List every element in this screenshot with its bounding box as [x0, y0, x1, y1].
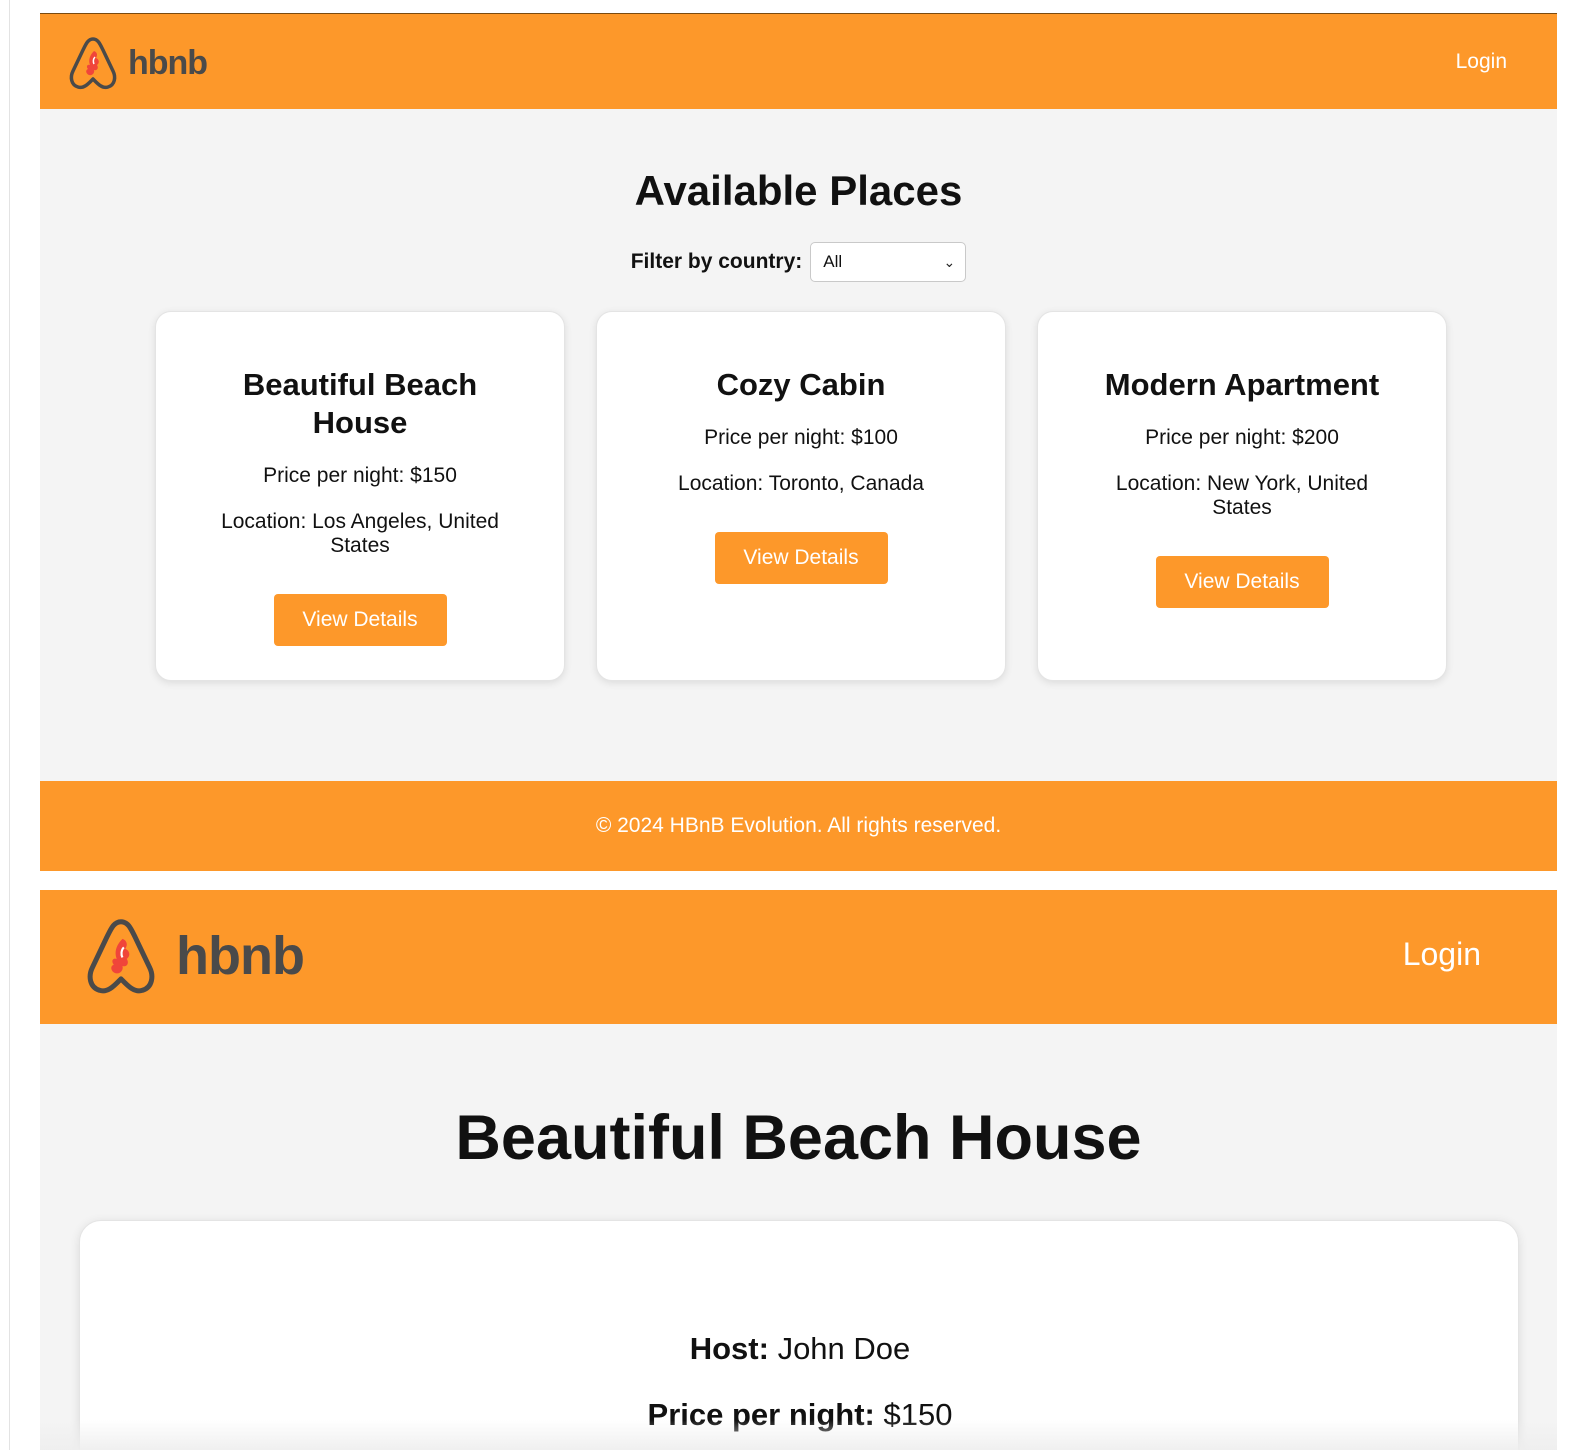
place-card-price: Price per night: $100 [704, 426, 898, 449]
place-card-location: Location: Toronto, Canada [678, 472, 924, 495]
login-link[interactable]: Login [1403, 936, 1481, 973]
place-card: Beautiful Beach House Price per night: $… [155, 311, 565, 681]
page-footer: © 2024 HBnB Evolution. All rights reserv… [40, 781, 1557, 871]
view-details-button[interactable]: View Details [273, 594, 447, 646]
place-card-location: Location: Los Angeles, United States [221, 510, 499, 557]
chevron-down-icon: ⌄ [943, 253, 956, 270]
place-host: Host: John Doe [80, 1331, 1520, 1367]
list-page-header: hbnb Login [40, 13, 1557, 109]
place-card: Modern Apartment Price per night: $200 L… [1037, 311, 1447, 681]
place-host-value: John Doe [777, 1331, 911, 1366]
country-filter-select[interactable]: All ⌄ [810, 242, 967, 282]
logo-text: hbnb [176, 926, 305, 986]
place-host-label: Host: [689, 1331, 769, 1366]
country-filter-selected-value: All [823, 252, 843, 271]
view-details-button[interactable]: View Details [714, 532, 888, 584]
places-list-page: hbnb Login Available Places Filter by co… [40, 13, 1557, 871]
place-detail-page: hbnb Login Beautiful Beach House Host: J… [40, 890, 1557, 1450]
place-details-card: Host: John Doe Price per night: $150 [79, 1220, 1519, 1450]
place-card-title: Modern Apartment [1104, 367, 1380, 402]
window-left-edge [0, 0, 10, 1450]
place-card-title: Cozy Cabin [716, 367, 886, 402]
hbnb-flame-logo-icon [87, 919, 155, 994]
hbnb-flame-logo-icon [69, 37, 117, 90]
place-card-title: Beautiful Beach House [242, 367, 478, 440]
place-card-price: Price per night: $200 [1145, 426, 1339, 449]
detail-page-header: hbnb Login [40, 890, 1557, 1024]
page-title: Available Places [634, 167, 963, 214]
login-link[interactable]: Login [1456, 50, 1507, 74]
site-logo[interactable]: hbnb [68, 34, 208, 92]
place-card-price: Price per night: $150 [263, 464, 457, 487]
place-card: Cozy Cabin Price per night: $100 Locatio… [596, 311, 1006, 681]
place-detail-title: Beautiful Beach House [455, 1103, 1142, 1173]
site-logo[interactable]: hbnb [84, 916, 305, 996]
screenshot-stage: hbnb Login Available Places Filter by co… [40, 0, 1557, 1450]
places-list: Beautiful Beach House Price per night: $… [155, 311, 1447, 681]
bottom-fade [40, 1420, 1557, 1450]
view-details-button[interactable]: View Details [1155, 556, 1329, 608]
logo-text: hbnb [128, 43, 208, 82]
country-filter-label: Filter by country: [630, 250, 803, 273]
footer-copyright: © 2024 HBnB Evolution. All rights reserv… [595, 814, 1002, 837]
place-card-location: Location: New York, United States [1115, 472, 1369, 519]
country-filter: Filter by country: All ⌄ [40, 242, 1557, 282]
